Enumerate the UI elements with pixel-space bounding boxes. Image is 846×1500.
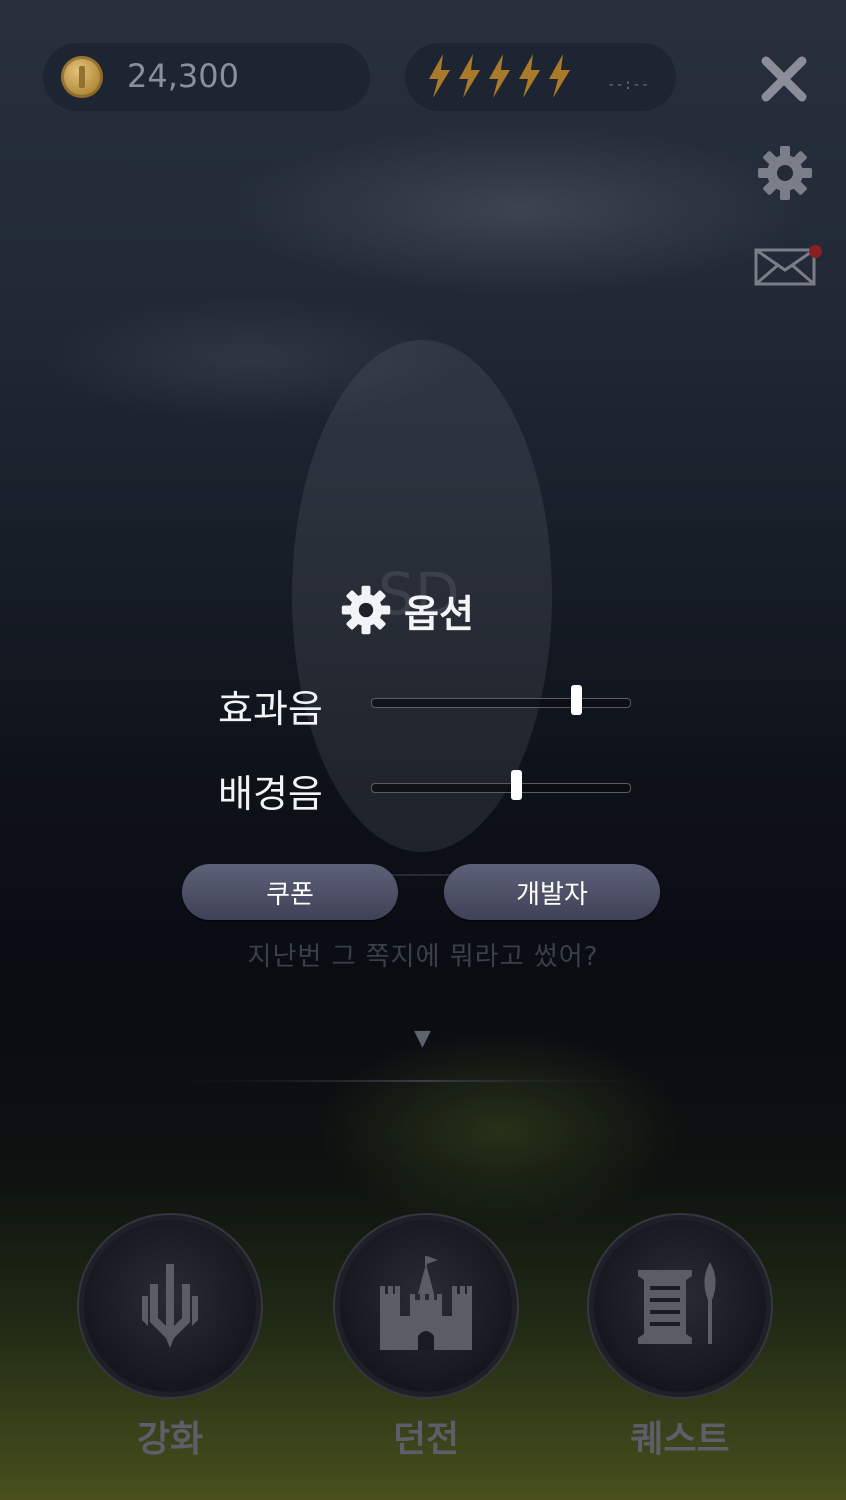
energy-counter: --:-- — [405, 43, 676, 111]
gear-icon[interactable] — [756, 144, 814, 202]
bgm-label: 배경음 — [218, 772, 323, 816]
energy-timer: --:-- — [607, 77, 650, 93]
mail-icon[interactable] — [754, 248, 816, 286]
mail-notification-badge — [809, 245, 822, 258]
lightning-icon — [489, 54, 510, 98]
sfx-label: 효과음 — [218, 687, 323, 731]
dialog-bottom-divider — [95, 1080, 751, 1082]
coin-amount: 24,300 — [127, 57, 239, 95]
coin-counter: 24,300 — [43, 43, 370, 111]
coupon-button[interactable]: 쿠폰 — [182, 864, 398, 920]
nav-quest-label: 퀘스트 — [630, 1419, 730, 1460]
sfx-slider-handle[interactable] — [570, 685, 582, 715]
nav-enhance-label: 강화 — [136, 1419, 204, 1460]
nav-dungeon-button[interactable] — [340, 1220, 512, 1392]
lightning-icon — [459, 54, 480, 98]
energy-bolts — [425, 53, 573, 101]
options-title: 옵션 — [340, 582, 474, 638]
dialog-next-indicator[interactable]: ▼ — [414, 1026, 431, 1051]
castle-icon — [380, 1256, 472, 1350]
nav-enhance-button[interactable] — [84, 1220, 256, 1392]
lightning-icon — [519, 54, 540, 98]
coin-icon — [61, 56, 103, 98]
scroll-quill-icon — [638, 1262, 716, 1344]
lightning-icon — [549, 54, 570, 98]
options-title-text: 옵션 — [404, 591, 474, 636]
nav-dungeon-label: 던전 — [392, 1419, 460, 1460]
lightning-icon — [429, 54, 450, 98]
gear-icon — [341, 585, 391, 635]
bgm-slider-handle[interactable] — [511, 770, 523, 800]
close-icon[interactable] — [760, 55, 808, 103]
developer-button[interactable]: 개발자 — [444, 864, 660, 920]
nav-quest-button[interactable] — [594, 1220, 766, 1392]
bgm-slider[interactable] — [371, 770, 631, 800]
sword-icon — [142, 1264, 198, 1348]
dialog-text: 지난번 그 쪽지에 뭐라고 썼어? — [247, 942, 599, 972]
sfx-slider[interactable] — [371, 685, 631, 715]
